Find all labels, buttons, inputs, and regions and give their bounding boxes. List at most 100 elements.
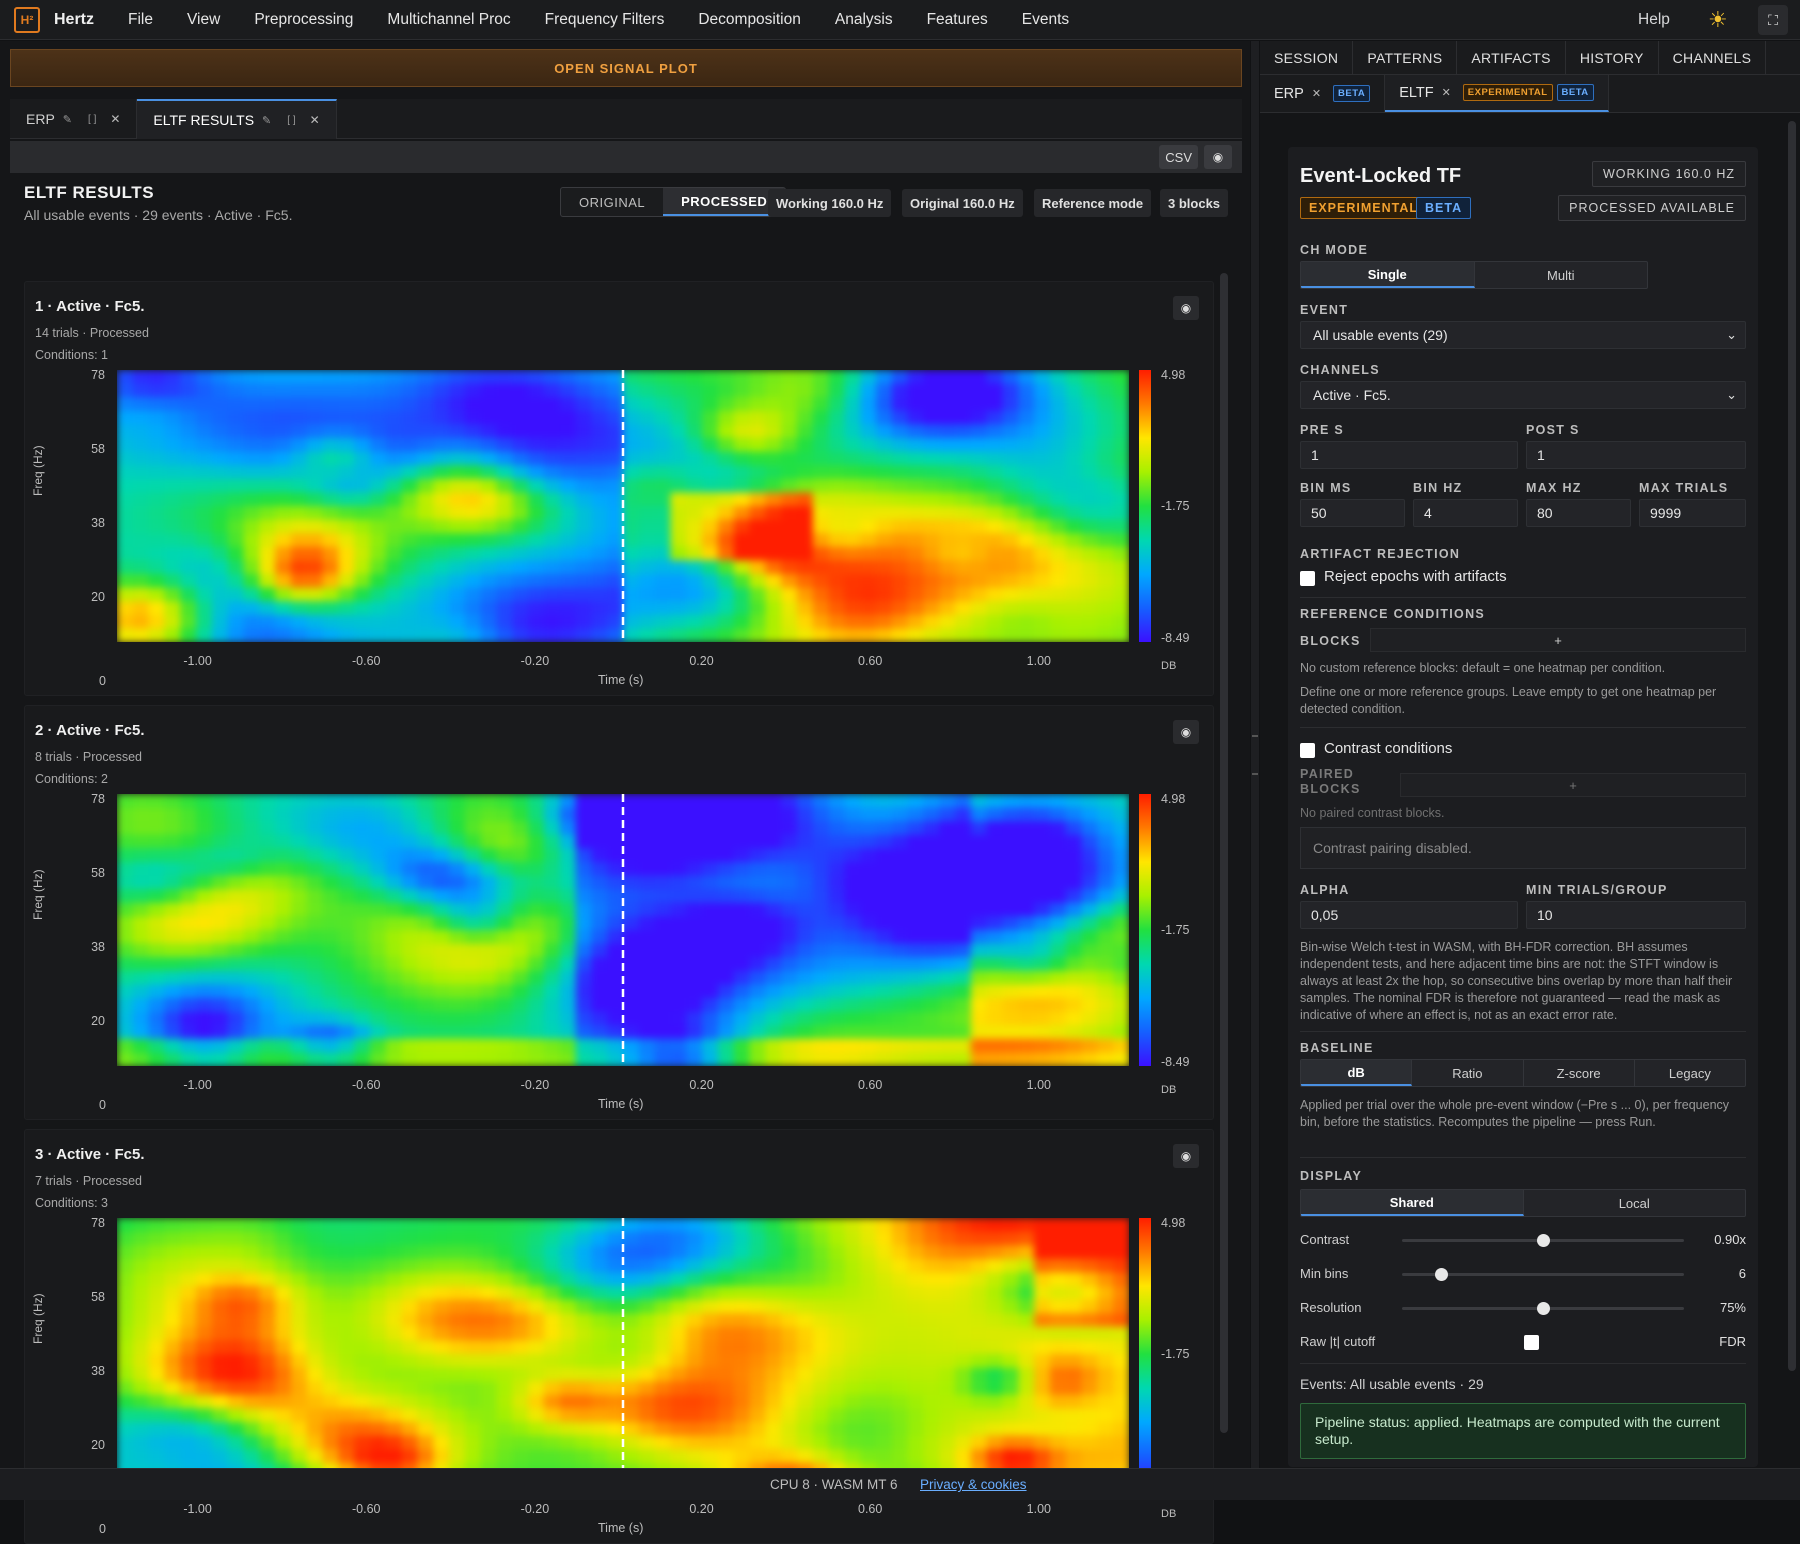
add-paired-block-button[interactable]: + [1400, 773, 1746, 797]
close-icon[interactable]: ✕ [110, 112, 120, 126]
divider [1300, 597, 1746, 598]
event-select-value: All usable events (29) [1313, 327, 1448, 343]
menu-decomposition[interactable]: Decomposition [698, 11, 801, 29]
open-signal-plot-button[interactable]: OPEN SIGNAL PLOT [10, 49, 1242, 87]
y-tick: 20 [91, 1014, 105, 1028]
raw-cutoff-label: Raw |t| cutoff [1300, 1334, 1376, 1349]
x-tick: -0.20 [520, 1078, 550, 1092]
tab-history[interactable]: HISTORY [1566, 41, 1659, 74]
baseline-ratio[interactable]: Ratio [1412, 1060, 1524, 1086]
tab-label: ELTF RESULTS [153, 112, 255, 128]
results-area: OPEN SIGNAL PLOT ERP ✎ [ ] ✕ ELTF RESULT… [0, 41, 1250, 1544]
bin-hz-input[interactable]: 4 [1413, 499, 1518, 527]
colorbar-mid: -1.75 [1161, 1347, 1190, 1361]
camera-icon[interactable]: ◉ [1204, 145, 1232, 169]
alpha-label: ALPHA [1300, 883, 1350, 897]
menu-help[interactable]: Help [1638, 11, 1670, 29]
close-icon[interactable]: ✕ [1312, 87, 1321, 100]
menu-view[interactable]: View [187, 11, 220, 29]
tab-eltf-results[interactable]: ELTF RESULTS ✎ [ ] ✕ [137, 99, 337, 139]
baseline-legacy[interactable]: Legacy [1635, 1060, 1745, 1086]
tf-heatmap[interactable] [117, 794, 1129, 1066]
popout-icon[interactable]: [ ] [88, 114, 96, 125]
reference-mode-chip: Reference mode [1034, 189, 1152, 217]
bin-ms-input[interactable]: 50 [1300, 499, 1405, 527]
close-icon[interactable]: ✕ [1442, 86, 1451, 99]
raw-cutoff-value: FDR [1719, 1334, 1746, 1349]
tf-heatmap[interactable] [117, 370, 1129, 642]
menu-events[interactable]: Events [1022, 11, 1069, 29]
view-processed-button[interactable]: PROCESSED [663, 188, 786, 216]
camera-icon[interactable]: ◉ [1173, 1144, 1199, 1168]
channels-select[interactable]: Active · Fc5. ⌄ [1300, 381, 1746, 409]
fullscreen-icon[interactable]: ⛶ [1758, 5, 1788, 35]
working-rate-badge: WORKING 160.0 HZ [1592, 161, 1746, 187]
reject-artifacts-checkbox[interactable] [1300, 571, 1315, 586]
max-hz-input[interactable]: 80 [1526, 499, 1631, 527]
sun-icon[interactable]: ☀ [1708, 7, 1728, 33]
post-s-input[interactable]: 1 [1526, 441, 1746, 469]
results-scrollbar[interactable] [1220, 273, 1228, 1433]
max-trials-input[interactable]: 9999 [1639, 499, 1746, 527]
ch-mode-label: CH MODE [1300, 243, 1369, 257]
tab-session[interactable]: SESSION [1260, 41, 1354, 74]
display-local[interactable]: Local [1524, 1190, 1746, 1216]
raw-cutoff-checkbox[interactable] [1524, 1335, 1539, 1350]
tab-label: ERP [26, 111, 55, 127]
tab-erp[interactable]: ERP ✎ [ ] ✕ [10, 99, 138, 139]
menu-features[interactable]: Features [927, 11, 988, 29]
contrast-slider-handle[interactable] [1537, 1234, 1550, 1247]
menu-file[interactable]: File [128, 11, 153, 29]
baseline-toggle: dB Ratio Z-score Legacy [1300, 1059, 1746, 1087]
x-tick: -0.60 [352, 1078, 381, 1092]
camera-icon[interactable]: ◉ [1173, 296, 1199, 320]
baseline-db[interactable]: dB [1301, 1060, 1413, 1086]
camera-icon[interactable]: ◉ [1173, 720, 1199, 744]
heatmap-panel: 1 · Active · Fc5. 14 trials · Processed Co… [24, 281, 1214, 696]
tab-artifacts[interactable]: ARTIFACTS [1457, 41, 1566, 74]
privacy-link[interactable]: Privacy & cookies [920, 1477, 1027, 1492]
baseline-help-text: Applied per trial over the whole pre-eve… [1300, 1098, 1730, 1129]
resolution-slider-handle[interactable] [1537, 1302, 1550, 1315]
results-title: ELTF RESULTS [24, 183, 155, 202]
event-select[interactable]: All usable events (29) ⌄ [1300, 321, 1746, 349]
y-tick-zero: 0 [99, 1522, 106, 1536]
subtab-erp[interactable]: ERP ✕ BETA [1260, 75, 1386, 112]
bin-hz-label: BIN HZ [1413, 481, 1463, 495]
menu-multichannel-proc[interactable]: Multichannel Proc [387, 11, 510, 29]
min-bins-slider[interactable] [1402, 1268, 1684, 1281]
panel-conditions: Conditions: 3 [35, 1196, 108, 1210]
splitter-grip-icon[interactable] [1252, 735, 1258, 775]
csv-export-button[interactable]: CSV [1159, 145, 1198, 169]
view-original-button[interactable]: ORIGINAL [561, 188, 663, 216]
contrast-conditions-checkbox[interactable] [1300, 743, 1315, 758]
tab-channels[interactable]: CHANNELS [1659, 41, 1767, 74]
menu-preprocessing[interactable]: Preprocessing [254, 11, 353, 29]
resolution-slider[interactable] [1402, 1302, 1684, 1315]
min-bins-slider-handle[interactable] [1435, 1268, 1449, 1281]
side-panel-scrollbar[interactable] [1788, 121, 1796, 1371]
menu-analysis[interactable]: Analysis [835, 11, 893, 29]
baseline-zscore[interactable]: Z-score [1524, 1060, 1635, 1086]
popout-icon[interactable]: [ ] [287, 115, 295, 126]
pre-s-input[interactable]: 1 [1300, 441, 1518, 469]
min-trials-input[interactable]: 10 [1526, 901, 1746, 929]
beta-tag: BETA [1556, 84, 1594, 101]
menu-frequency-filters[interactable]: Frequency Filters [545, 11, 665, 29]
ch-mode-multi[interactable]: Multi [1475, 262, 1648, 288]
display-shared[interactable]: Shared [1301, 1190, 1524, 1216]
tab-patterns[interactable]: PATTERNS [1353, 41, 1458, 74]
colorbar-mid: -1.75 [1161, 923, 1190, 937]
add-reference-block-button[interactable]: + [1370, 628, 1746, 652]
pipeline-status-box: Pipeline status: applied. Heatmaps are c… [1300, 1403, 1746, 1459]
contrast-slider[interactable] [1402, 1234, 1684, 1247]
ch-mode-single[interactable]: Single [1301, 262, 1475, 288]
close-icon[interactable]: ✕ [310, 113, 320, 127]
y-tick: 38 [91, 940, 105, 954]
pin-icon[interactable]: ✎ [63, 113, 72, 126]
y-tick: 38 [91, 1364, 105, 1378]
alpha-input[interactable]: 0,05 [1300, 901, 1518, 929]
tf-heatmap[interactable] [117, 1218, 1129, 1490]
pin-icon[interactable]: ✎ [262, 114, 271, 127]
subtab-eltf[interactable]: ELTF ✕ EXPERIMENTAL BETA [1385, 75, 1609, 112]
